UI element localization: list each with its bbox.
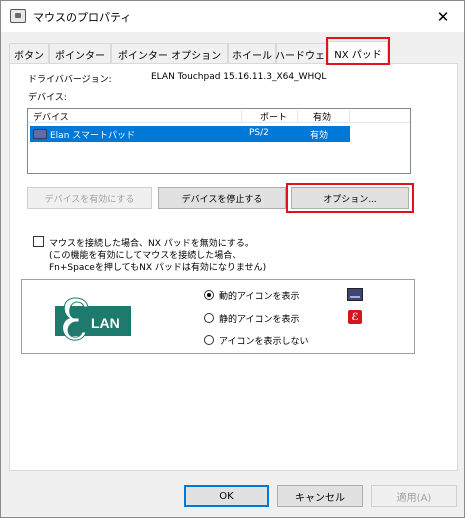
static-icon-label: 静的アイコンを表示 [219, 315, 300, 325]
tab-buttons[interactable]: ボタン [9, 43, 49, 64]
cancel-button[interactable]: キャンセル [277, 485, 363, 507]
device-port: PS/2 [249, 128, 269, 138]
device-name: Elan スマートパッド [50, 131, 135, 141]
enable-device-button[interactable]: デバイスを有効にする [27, 187, 152, 209]
apply-button[interactable]: 適用(A) [371, 485, 457, 507]
stop-device-button[interactable]: デバイスを停止する [158, 187, 286, 209]
title-bar: マウスのプロパティ ✕ [1, 1, 464, 32]
options-button[interactable]: オプション... [291, 187, 409, 209]
tab-bar: ボタン ポインター ポインター オプション ホイール ハードウェア NX パッド [9, 41, 458, 65]
static-tray-icon: ℰ [348, 310, 362, 324]
mouse-icon [10, 9, 26, 23]
disable-option-line3: Fn+Spaceを押してもNX パッドは有効になりません) [49, 263, 267, 273]
tab-highlight-frame [326, 37, 390, 65]
touchpad-icon [33, 129, 47, 139]
column-device[interactable]: デバイス [28, 110, 242, 123]
ok-button[interactable]: OK [184, 485, 269, 507]
device-list-header: デバイス ポート 有効 [28, 109, 410, 123]
column-port[interactable]: ポート [242, 110, 298, 123]
elan-logo: LAN [55, 292, 131, 346]
window-title: マウスのプロパティ [33, 11, 132, 24]
disable-when-mouse-checkbox[interactable] [33, 236, 44, 247]
elan-logo-text: LAN [91, 315, 120, 331]
device-row[interactable]: Elan スマートパッド PS/2 有効 [30, 126, 350, 142]
radio-no-icon[interactable] [204, 335, 214, 345]
tab-pointer-options[interactable]: ポインター オプション [111, 43, 228, 64]
tab-pointers[interactable]: ポインター [49, 43, 111, 64]
column-enabled[interactable]: 有効 [298, 110, 350, 123]
mouse-properties-window: マウスのプロパティ ✕ ボタン ポインター ポインター オプション ホイール ハ… [0, 0, 465, 518]
device-list[interactable]: デバイス ポート 有効 Elan スマートパッド PS/2 有効 [27, 108, 411, 174]
driver-version-label: ドライババージョン: [28, 75, 112, 85]
radio-dynamic-icon[interactable] [204, 290, 214, 300]
driver-version-value: ELAN Touchpad 15.16.11.3_X64_WHQL [151, 72, 327, 82]
dynamic-tray-icon [347, 288, 363, 301]
radio-static-icon[interactable] [204, 313, 214, 323]
devices-label: デバイス: [28, 93, 67, 103]
tab-wheel[interactable]: ホイール [228, 43, 276, 64]
dynamic-icon-label: 動的アイコンを表示 [219, 292, 300, 302]
device-enabled: 有効 [310, 131, 329, 141]
close-button[interactable]: ✕ [422, 1, 464, 32]
no-icon-label: アイコンを表示しない [219, 337, 309, 347]
